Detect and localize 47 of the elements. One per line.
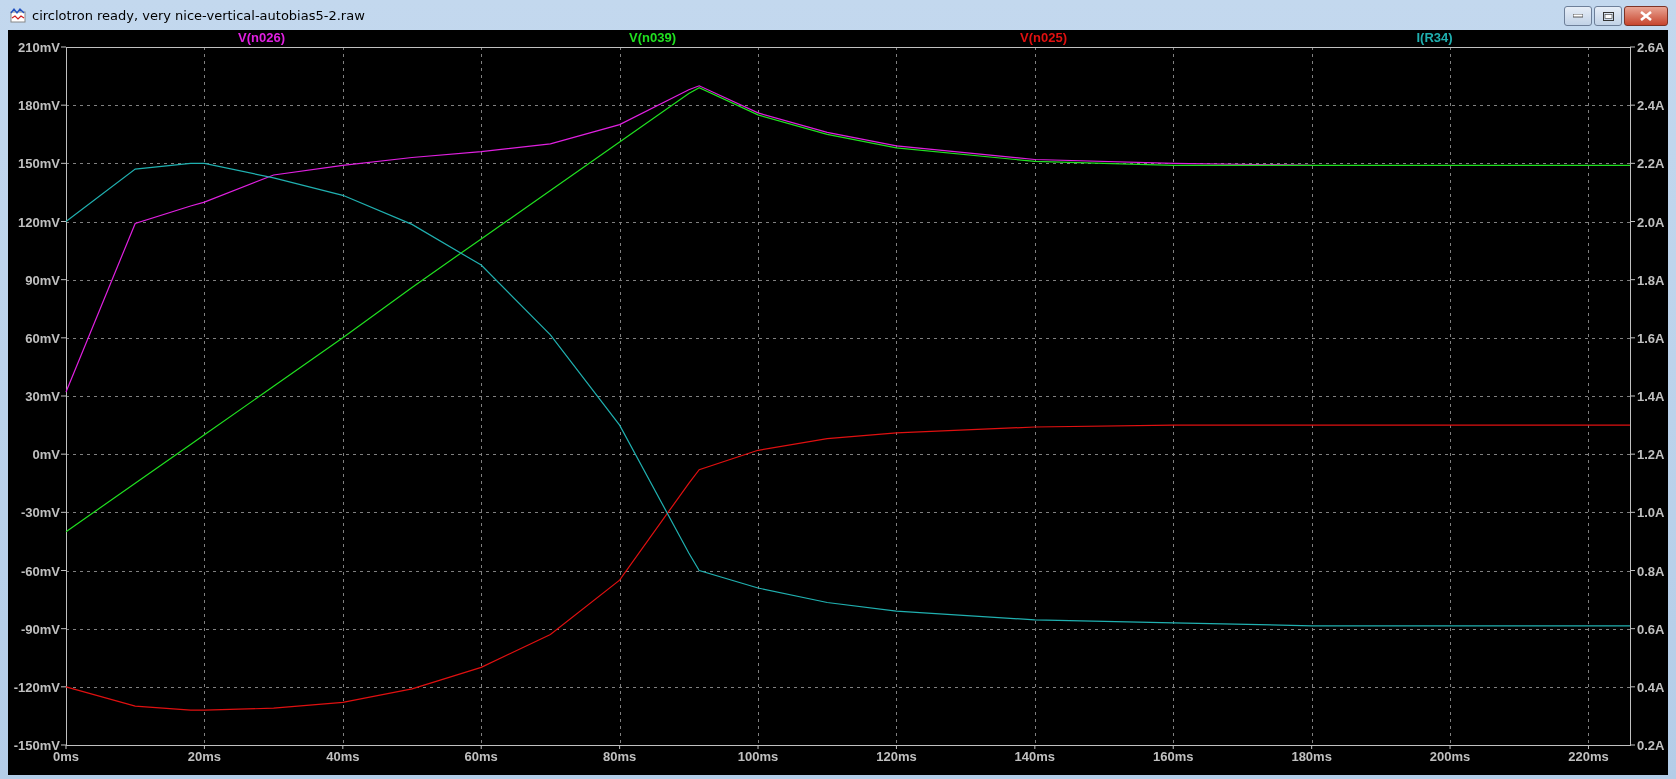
x-axis-tick-label: 20ms xyxy=(187,749,222,764)
left-axis-tick-label: 180mV xyxy=(18,98,60,114)
left-axis-tick-label: 0mV xyxy=(32,447,60,463)
right-axis-tick-label: 2.0A xyxy=(1637,214,1665,230)
right-axis-tick-label: 0.4A xyxy=(1637,679,1665,695)
left-axis-tick-label: 120mV xyxy=(18,214,60,230)
right-axis-tick-label: 1.2A xyxy=(1637,447,1665,463)
right-axis-tick-label: 1.4A xyxy=(1637,389,1665,404)
trace-label[interactable]: V(n039) xyxy=(629,30,676,45)
x-axis-tick-label: 140ms xyxy=(1014,749,1056,764)
left-axis-tick-label: 210mV xyxy=(18,40,60,55)
right-axis-tick-label: 1.8A xyxy=(1637,272,1665,288)
left-axis-tick-label: 150mV xyxy=(18,156,60,172)
left-axis-tick-label: 60mV xyxy=(25,330,60,346)
minimize-icon xyxy=(1573,14,1583,18)
left-axis-tick-label: -90mV xyxy=(20,621,60,637)
right-axis-tick-label: 0.8A xyxy=(1637,563,1665,579)
right-axis-tick-label: 1.6A xyxy=(1637,330,1665,346)
left-axis-tick-label: 30mV xyxy=(25,389,60,404)
x-axis-tick-label: 120ms xyxy=(876,749,917,764)
window-title: circlotron ready, very nice-vertical-autobias5-2.raw xyxy=(32,7,366,23)
left-axis-tick-label: 90mV xyxy=(25,272,60,288)
close-button[interactable] xyxy=(1624,6,1668,26)
right-axis-tick-label: 0.6A xyxy=(1637,621,1665,637)
x-axis-tick-label: 80ms xyxy=(603,749,637,764)
restore-icon xyxy=(1602,11,1614,21)
maximize-button[interactable] xyxy=(1594,6,1622,26)
x-axis-tick-label: 100ms xyxy=(737,749,779,764)
x-axis-tick-label: 160ms xyxy=(1153,749,1194,764)
right-axis-tick-label: 2.4A xyxy=(1637,98,1665,114)
x-axis-tick-label: 200ms xyxy=(1429,749,1471,764)
right-axis-tick-label: 2.6A xyxy=(1637,40,1665,55)
waveform-icon xyxy=(10,7,26,23)
trace-label[interactable]: V(n026) xyxy=(238,30,285,45)
trace-label[interactable]: I(R34) xyxy=(1416,30,1453,45)
right-axis-tick-label: 1.0A xyxy=(1637,505,1665,521)
x-axis-tick-label: 220ms xyxy=(1568,749,1609,764)
x-axis-tick-label: 60ms xyxy=(464,749,498,764)
left-axis-tick-label: -60mV xyxy=(20,563,60,579)
left-axis-tick-label: -30mV xyxy=(20,505,60,521)
x-axis-tick-label: 180ms xyxy=(1291,749,1332,764)
right-axis-tick-label: 2.2A xyxy=(1637,156,1665,172)
x-axis-tick-label: 40ms xyxy=(326,749,360,764)
trace-label[interactable]: V(n025) xyxy=(1020,30,1067,45)
right-axis-tick-label: 0.2A xyxy=(1637,738,1665,753)
close-icon xyxy=(1640,11,1652,21)
left-axis-tick-label: -120mV xyxy=(13,679,60,695)
